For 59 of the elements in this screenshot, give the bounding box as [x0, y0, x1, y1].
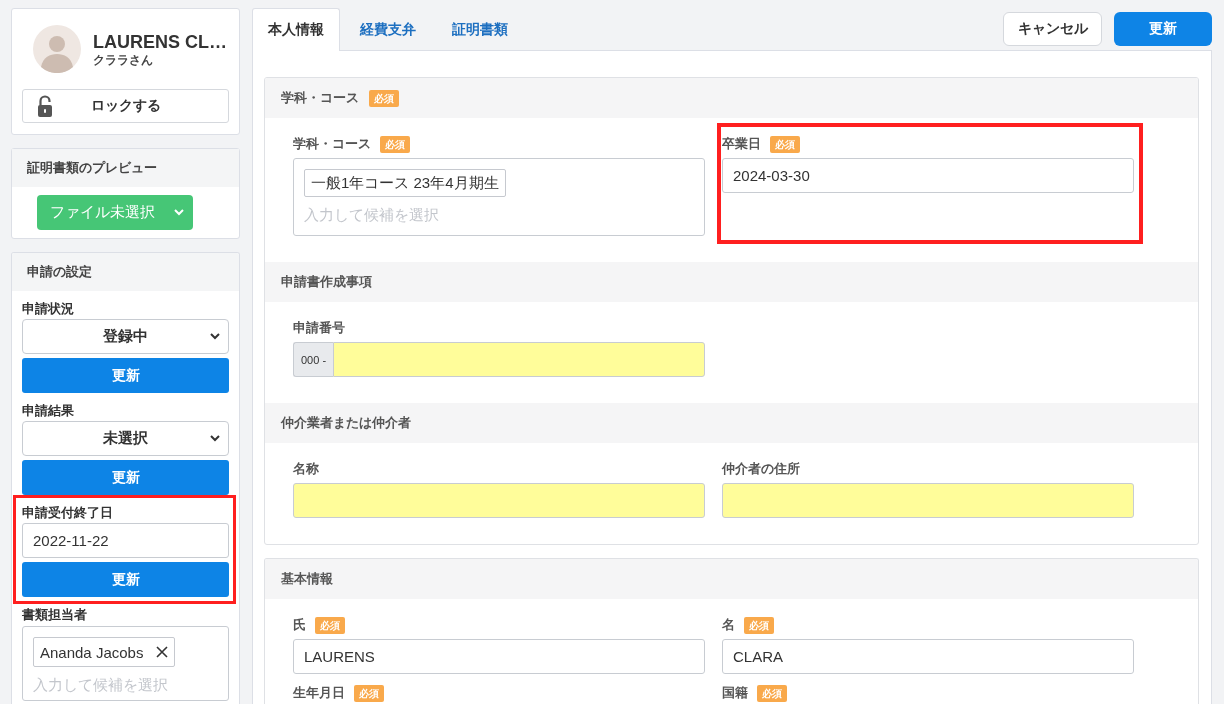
placeholder-text: 入力して候補を選択	[33, 675, 168, 695]
chevron-down-icon	[210, 333, 220, 340]
chevron-down-icon	[210, 435, 220, 442]
required-tag: 必須	[369, 89, 399, 107]
date-field[interactable]: 2022-11-22	[22, 523, 229, 558]
placeholder-text: 入力して候補を選択	[304, 205, 439, 225]
field-label: 名称	[293, 460, 319, 478]
required-tag: 必須	[770, 135, 800, 153]
user-name: LAURENS CL…	[93, 31, 227, 53]
text-field[interactable]	[333, 342, 705, 377]
section-title: 学科・コース	[281, 89, 359, 107]
tag-input-field[interactable]: 一般1年コース 23年4月期生 入力して候補を選択	[293, 158, 705, 236]
field-label: 国籍	[722, 684, 748, 702]
section-title: 申請書作成事項	[281, 273, 372, 291]
text-field[interactable]: 2024-03-30	[722, 158, 1134, 193]
close-icon[interactable]	[156, 646, 169, 658]
section-title: 仲介業者または仲介者	[281, 414, 411, 432]
field-label: 名	[722, 616, 735, 634]
open-padlock-icon	[37, 95, 53, 117]
required-tag: 必須	[757, 684, 787, 702]
dropdown-select[interactable]: 未選択	[22, 421, 229, 456]
required-tag: 必須	[744, 616, 774, 634]
field-label: 申請結果	[22, 402, 75, 420]
text-field[interactable]: CLARA	[722, 639, 1134, 674]
field-label: 申請受付終了日	[22, 504, 114, 522]
avatar-placeholder	[33, 25, 81, 73]
panel-title: 証明書類のプレビュー	[27, 159, 157, 177]
cancel-button[interactable]: キャンセル	[1003, 12, 1102, 46]
tag-input-field[interactable]: Ananda Jacobs 入力して候補を選択	[22, 626, 229, 701]
tab[interactable]: 証明書類	[436, 8, 524, 50]
lock-button[interactable]: ロックする	[22, 89, 229, 123]
dropdown-select[interactable]: 登録中	[22, 319, 229, 354]
update-button[interactable]: 更新	[1114, 12, 1212, 46]
field-label: 申請状況	[22, 300, 75, 318]
tab[interactable]: 本人情報	[252, 8, 340, 51]
required-tag: 必須	[354, 684, 384, 702]
update-button[interactable]: 更新	[22, 358, 229, 393]
field-label: 書類担当者	[22, 606, 88, 624]
prefix-addon: 000 -	[293, 342, 334, 377]
field-label: 仲介者の住所	[722, 460, 800, 478]
chevron-down-icon	[174, 209, 184, 216]
field-label: 生年月日	[293, 684, 345, 702]
update-button[interactable]: 更新	[22, 562, 229, 597]
field-label: 氏	[293, 616, 306, 634]
tag-label: 一般1年コース 23年4月期生	[311, 173, 499, 193]
tab[interactable]: 経費支弁	[344, 8, 432, 50]
field-label: 学科・コース	[293, 135, 371, 153]
field-label: 卒業日	[722, 135, 761, 153]
section-title: 基本情報	[281, 570, 333, 588]
required-tag: 必須	[315, 616, 345, 634]
panel-title: 申請の設定	[27, 263, 92, 281]
required-tag: 必須	[380, 135, 410, 153]
user-nickname: クララさん	[93, 53, 154, 67]
text-field[interactable]: LAURENS	[293, 639, 705, 674]
text-field[interactable]	[722, 483, 1134, 518]
tag-label: Ananda Jacobs	[40, 643, 144, 661]
field-label: 申請番号	[293, 319, 345, 337]
update-button[interactable]: 更新	[22, 460, 229, 495]
text-field[interactable]	[293, 483, 705, 518]
